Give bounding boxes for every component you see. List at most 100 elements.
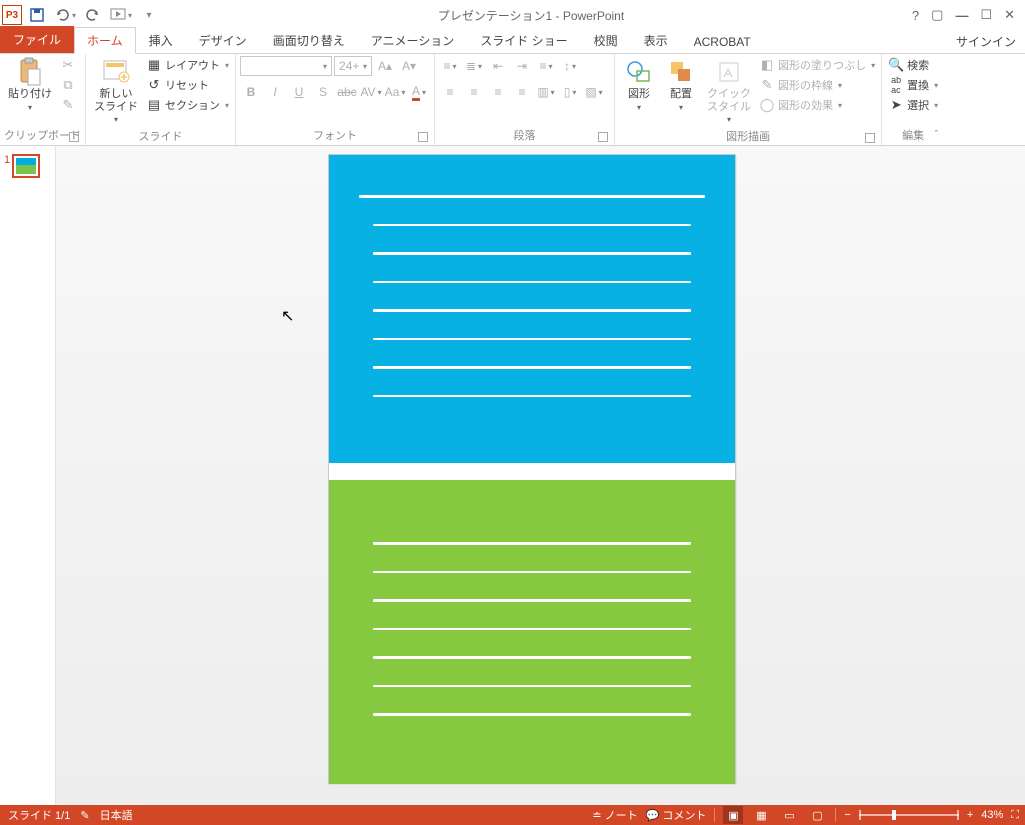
zoom-slider[interactable] [859, 814, 959, 816]
line-spacing-button[interactable]: ≡▾ [535, 56, 557, 76]
font-size-combo[interactable]: 24+▾ [334, 56, 372, 76]
tab-review[interactable]: 校閲 [581, 27, 631, 53]
increase-indent-button[interactable]: ⇥ [511, 56, 533, 76]
italic-button[interactable]: I [264, 82, 286, 102]
change-case-button[interactable]: Aa▾ [384, 82, 406, 102]
copy-button[interactable]: ⧉ [58, 76, 78, 94]
spellcheck-icon[interactable]: ✎ [80, 809, 89, 822]
help-icon[interactable]: ? [912, 8, 919, 23]
shape-outline-button[interactable]: ✎図形の枠線▾ [757, 76, 877, 94]
group-editing: 🔍検索 abac置換▾ ➤選択▾ 編集 ˆ [882, 54, 944, 145]
select-button[interactable]: ➤選択▾ [886, 96, 940, 114]
slide[interactable] [328, 154, 736, 784]
close-icon[interactable]: ✕ [1004, 7, 1015, 23]
tab-view[interactable]: 表示 [631, 27, 681, 53]
fit-to-window-icon[interactable]: ⛶ [1011, 809, 1019, 822]
sign-in[interactable]: サインイン [953, 30, 1019, 53]
undo-icon[interactable]: ▾ [54, 4, 76, 26]
comments-button[interactable]: 💬 コメント [646, 807, 707, 823]
tab-home[interactable]: ホーム [74, 27, 136, 54]
arrange-icon [667, 58, 695, 86]
reset-button[interactable]: ↺リセット [144, 76, 231, 94]
brush-icon: ✎ [60, 97, 76, 113]
tab-design[interactable]: デザイン [186, 27, 260, 53]
group-label-drawing: 図形描画 [619, 126, 877, 146]
char-spacing-button[interactable]: AV▾ [360, 82, 382, 102]
save-icon[interactable] [26, 4, 48, 26]
maximize-icon[interactable]: ☐ [980, 7, 992, 23]
section-icon: ▤ [146, 97, 162, 113]
group-label-clipboard: クリップボード [4, 125, 81, 145]
arrange-button[interactable]: 配置▾ [661, 56, 701, 114]
section-button[interactable]: ▤セクション▾ [144, 96, 231, 114]
start-from-beginning-icon[interactable]: ▾ [110, 4, 132, 26]
zoom-level[interactable]: 43% [981, 809, 1003, 821]
zoom-out-icon[interactable]: − [844, 809, 850, 821]
tab-animations[interactable]: アニメーション [358, 27, 468, 53]
sorter-view-icon[interactable]: ▦ [751, 806, 771, 824]
thumbnail-1[interactable]: 1 [0, 152, 55, 180]
find-button[interactable]: 🔍検索 [886, 56, 940, 74]
align-left-button[interactable]: ≡ [439, 82, 461, 102]
new-slide-button[interactable]: 新しい スライド ▾ [90, 56, 142, 126]
shape-fill-button[interactable]: ◧図形の塗りつぶし▾ [757, 56, 877, 74]
format-painter-button[interactable]: ✎ [58, 96, 78, 114]
underline-button[interactable]: U [288, 82, 310, 102]
normal-view-icon[interactable]: ▣ [723, 806, 743, 824]
ribbon-tabs: ファイル ホーム 挿入 デザイン 画面切り替え アニメーション スライド ショー… [0, 30, 1025, 54]
align-center-button[interactable]: ≡ [463, 82, 485, 102]
justify-button[interactable]: ≡ [511, 82, 533, 102]
tab-transitions[interactable]: 画面切り替え [260, 27, 358, 53]
align-text-button[interactable]: ▯▾ [559, 82, 581, 102]
cut-button[interactable]: ✂ [58, 56, 78, 74]
dialog-launcher-icon[interactable] [418, 132, 428, 142]
strikethrough-button[interactable]: abc [336, 82, 358, 102]
smartart-button[interactable]: ▧▾ [583, 82, 605, 102]
shapes-icon [625, 58, 653, 86]
layout-button[interactable]: ▦レイアウト▾ [144, 56, 231, 74]
bullets-button[interactable]: ≡▾ [439, 56, 461, 76]
text-direction-button[interactable]: ↕▾ [559, 56, 581, 76]
shadow-button[interactable]: S [312, 82, 334, 102]
tab-insert[interactable]: 挿入 [136, 27, 186, 53]
zoom-in-icon[interactable]: + [967, 809, 973, 821]
shape-effects-button[interactable]: ◯図形の効果▾ [757, 96, 877, 114]
dialog-launcher-icon[interactable] [598, 132, 608, 142]
paste-button[interactable]: 貼り付け ▾ [4, 56, 56, 114]
tab-slideshow[interactable]: スライド ショー [467, 27, 580, 53]
slide-canvas[interactable]: ↖ [56, 146, 1025, 805]
redo-icon[interactable] [82, 4, 104, 26]
tab-file[interactable]: ファイル [0, 26, 74, 53]
bold-button[interactable]: B [240, 82, 262, 102]
layout-icon: ▦ [146, 57, 162, 73]
language-indicator[interactable]: 日本語 [100, 807, 133, 823]
numbering-button[interactable]: ≣▾ [463, 56, 485, 76]
dialog-launcher-icon[interactable] [69, 132, 79, 142]
slideshow-view-icon[interactable]: ▢ [807, 806, 827, 824]
increase-font-icon[interactable]: A▴ [374, 56, 396, 76]
align-right-button[interactable]: ≡ [487, 82, 509, 102]
columns-button[interactable]: ▥▾ [535, 82, 557, 102]
new-slide-label: 新しい スライド [94, 88, 138, 113]
ribbon-display-icon[interactable]: ▢ [931, 7, 943, 23]
dialog-launcher-icon[interactable] [865, 133, 875, 143]
reset-icon: ↺ [146, 77, 162, 93]
collapse-ribbon-icon[interactable]: ˆ [935, 129, 939, 141]
group-label-font: フォント [240, 125, 430, 145]
reading-view-icon[interactable]: ▭ [779, 806, 799, 824]
mouse-cursor-icon: ↖ [281, 306, 294, 326]
customize-qat-icon[interactable]: ▾ [138, 4, 160, 26]
minimize-icon[interactable]: ― [955, 8, 968, 23]
font-color-button[interactable]: A▾ [408, 82, 430, 102]
shapes-button[interactable]: 図形▾ [619, 56, 659, 114]
tab-acrobat[interactable]: ACROBAT [681, 30, 764, 53]
notes-button[interactable]: ≐ ノート [592, 807, 637, 823]
group-slides: 新しい スライド ▾ ▦レイアウト▾ ↺リセット ▤セクション▾ スライド [86, 54, 236, 145]
separator [714, 808, 715, 822]
decrease-indent-button[interactable]: ⇤ [487, 56, 509, 76]
slide-indicator[interactable]: スライド 1/1 [8, 807, 70, 823]
decrease-font-icon[interactable]: A▾ [398, 56, 420, 76]
replace-button[interactable]: abac置換▾ [886, 76, 940, 94]
font-family-combo[interactable]: ▾ [240, 56, 332, 76]
quick-styles-button[interactable]: クイック スタイル▾ [703, 56, 755, 126]
